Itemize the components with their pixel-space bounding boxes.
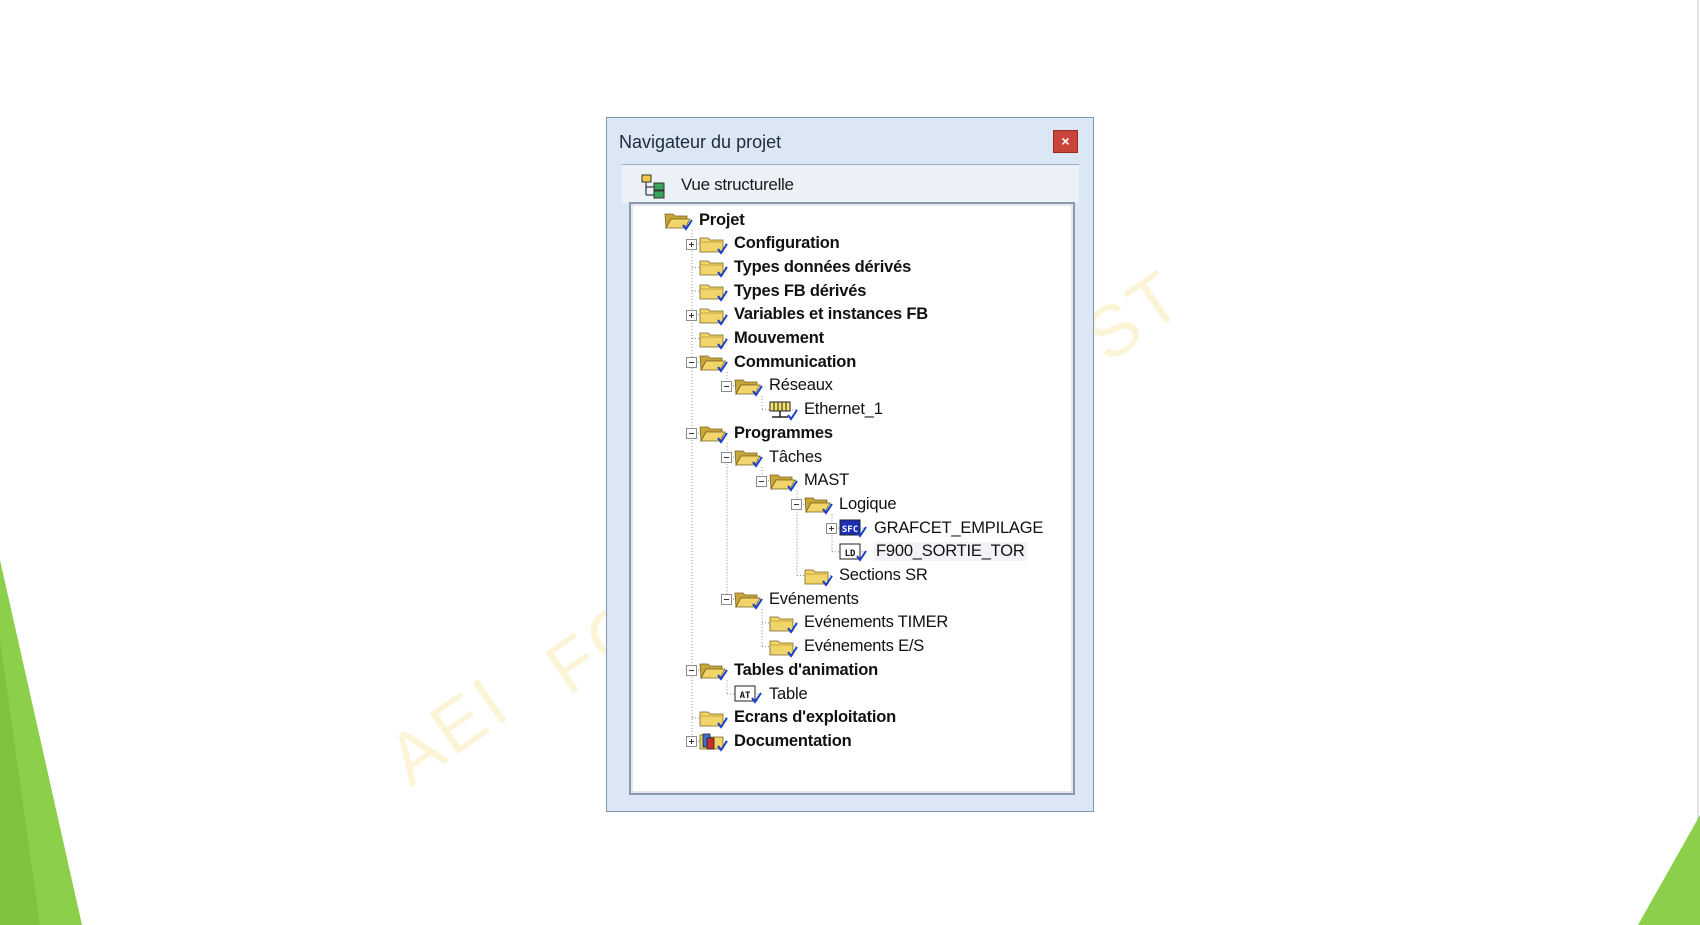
collapse-toggle-icon[interactable] [756,475,767,487]
title-bar[interactable]: Navigateur du projet × [607,118,1093,162]
tree-node-evenements[interactable]: Evénements [733,588,859,610]
project-tree[interactable]: Projet Configuration Types données dériv… [629,202,1075,795]
tree-node-documentation[interactable]: Documentation [698,730,852,753]
tree-node-tables-animation[interactable]: Tables d'animation [698,659,878,682]
documentation-icon [699,733,728,753]
tree-node-evt-es[interactable]: Evénements E/S [768,636,924,658]
tree-node-table[interactable]: AT Table [733,683,808,705]
tree-node-logique[interactable]: Logique [803,493,897,516]
folder-open-icon [699,663,728,682]
tree-node-types-fb[interactable]: Types FB dérivés [698,280,866,302]
close-button[interactable]: × [1053,130,1078,153]
folder-icon [699,237,728,255]
tree-node-label: Tâches [769,447,822,466]
tree-node-label: Ecrans d'exploitation [734,708,897,727]
tree-node-label: Types données dérivés [734,257,912,276]
project-browser-window: Navigateur du projet × Vue structurelle … [606,117,1094,812]
watermark-text: AEI [373,661,525,801]
tree-node-label: Variables et instances FB [734,305,929,324]
tree-node-reseaux[interactable]: Réseaux [733,375,833,397]
folder-open-icon [769,474,798,492]
svg-text:AT: AT [740,691,751,701]
tree-node-label: Tables d'animation [734,660,878,679]
folder-icon [769,640,798,658]
tree-node-label: Mouvement [734,329,824,347]
ld-section-icon: LD [839,543,867,562]
tree-node-grafcet[interactable]: SFC GRAFCET_EMPILAGE [838,517,1043,539]
green-slide-decoration-right [1638,0,1700,925]
tree-node-label: Ethernet_1 [804,400,883,419]
window-title: Navigateur du projet [619,132,782,152]
view-selector[interactable]: Vue structurelle [622,164,1079,203]
tree-node-ethernet[interactable]: Ethernet_1 [768,399,883,421]
tree-node-sections-sr[interactable]: Sections SR [803,565,928,587]
folder-icon [699,260,728,279]
sfc-section-icon: SFC [839,519,867,538]
tree-node-label: GRAFCET_EMPILAGE [874,518,1044,537]
tree-node-label: Evénements [769,589,859,608]
tree-node-evt-timer[interactable]: Evénements TIMER [768,612,948,634]
green-slide-decoration-left [0,560,82,925]
tree-node-configuration[interactable]: Configuration [698,233,840,255]
collapse-toggle-icon[interactable] [791,499,802,511]
tree-node-label: Communication [734,352,857,371]
tree-node-types-donnees[interactable]: Types données dérivés [698,256,912,279]
tree-node-label: Réseaux [769,376,833,395]
folder-open-icon [734,592,763,610]
tree-node-f900[interactable]: LD F900_SORTIE_TOR [838,541,1027,563]
tree-node-label: Projet [699,210,745,229]
folder-icon [699,711,728,729]
collapse-toggle-icon[interactable] [686,665,697,677]
folder-icon [699,332,728,350]
svg-text:SFC: SFC [842,525,858,535]
tree-node-label: Documentation [734,731,852,750]
folder-open-icon [734,379,763,397]
collapse-toggle-icon[interactable] [686,357,697,369]
collapse-toggle-icon[interactable] [721,452,732,463]
structural-view-icon [641,174,665,199]
expand-toggle-icon[interactable] [686,238,697,250]
tree-node-projet[interactable]: Projet [663,209,745,231]
tree-node-label: Configuration [734,234,840,253]
folder-open-icon [664,213,693,231]
tree-node-label: Logique [839,494,897,513]
view-label: Vue structurelle [681,175,794,194]
collapse-toggle-icon[interactable] [686,428,697,440]
collapse-toggle-icon[interactable] [721,594,732,606]
tree-node-programmes[interactable]: Programmes [698,422,833,445]
animation-table-icon: AT [734,685,762,704]
folder-open-icon [699,426,728,445]
folder-open-icon [734,450,763,468]
tree-node-label: F900_SORTIE_TOR [874,542,1027,562]
expand-toggle-icon[interactable] [686,309,697,321]
tree-node-label: MAST [804,471,850,490]
tree-node-label: Types FB dérivés [734,281,867,300]
tree-node-taches[interactable]: Tâches [733,446,822,468]
tree-node-label: Sections SR [839,566,928,584]
svg-text:LD: LD [845,549,856,559]
folder-open-icon [699,355,728,373]
tree-node-label: Table [769,684,808,703]
tree-node-mouvement[interactable]: Mouvement [698,328,824,350]
tree-node-variables[interactable]: Variables et instances FB [698,304,928,326]
tree-node-ecrans[interactable]: Ecrans d'exploitation [698,707,896,729]
tree-node-mast[interactable]: MAST [768,470,849,492]
tree-node-label: Programmes [734,423,833,442]
tree-node-label: Evénements TIMER [804,613,949,632]
folder-icon [769,616,798,634]
expand-toggle-icon[interactable] [826,523,837,535]
tree-node-communication[interactable]: Communication [698,351,856,373]
folder-icon [699,284,728,302]
network-icon [769,401,798,421]
tree-node-label: Evénements E/S [804,637,925,656]
collapse-toggle-icon[interactable] [721,380,732,392]
folder-open-icon [804,497,833,516]
folder-icon [804,569,833,587]
expand-toggle-icon[interactable] [686,736,697,748]
folder-icon [699,308,728,326]
